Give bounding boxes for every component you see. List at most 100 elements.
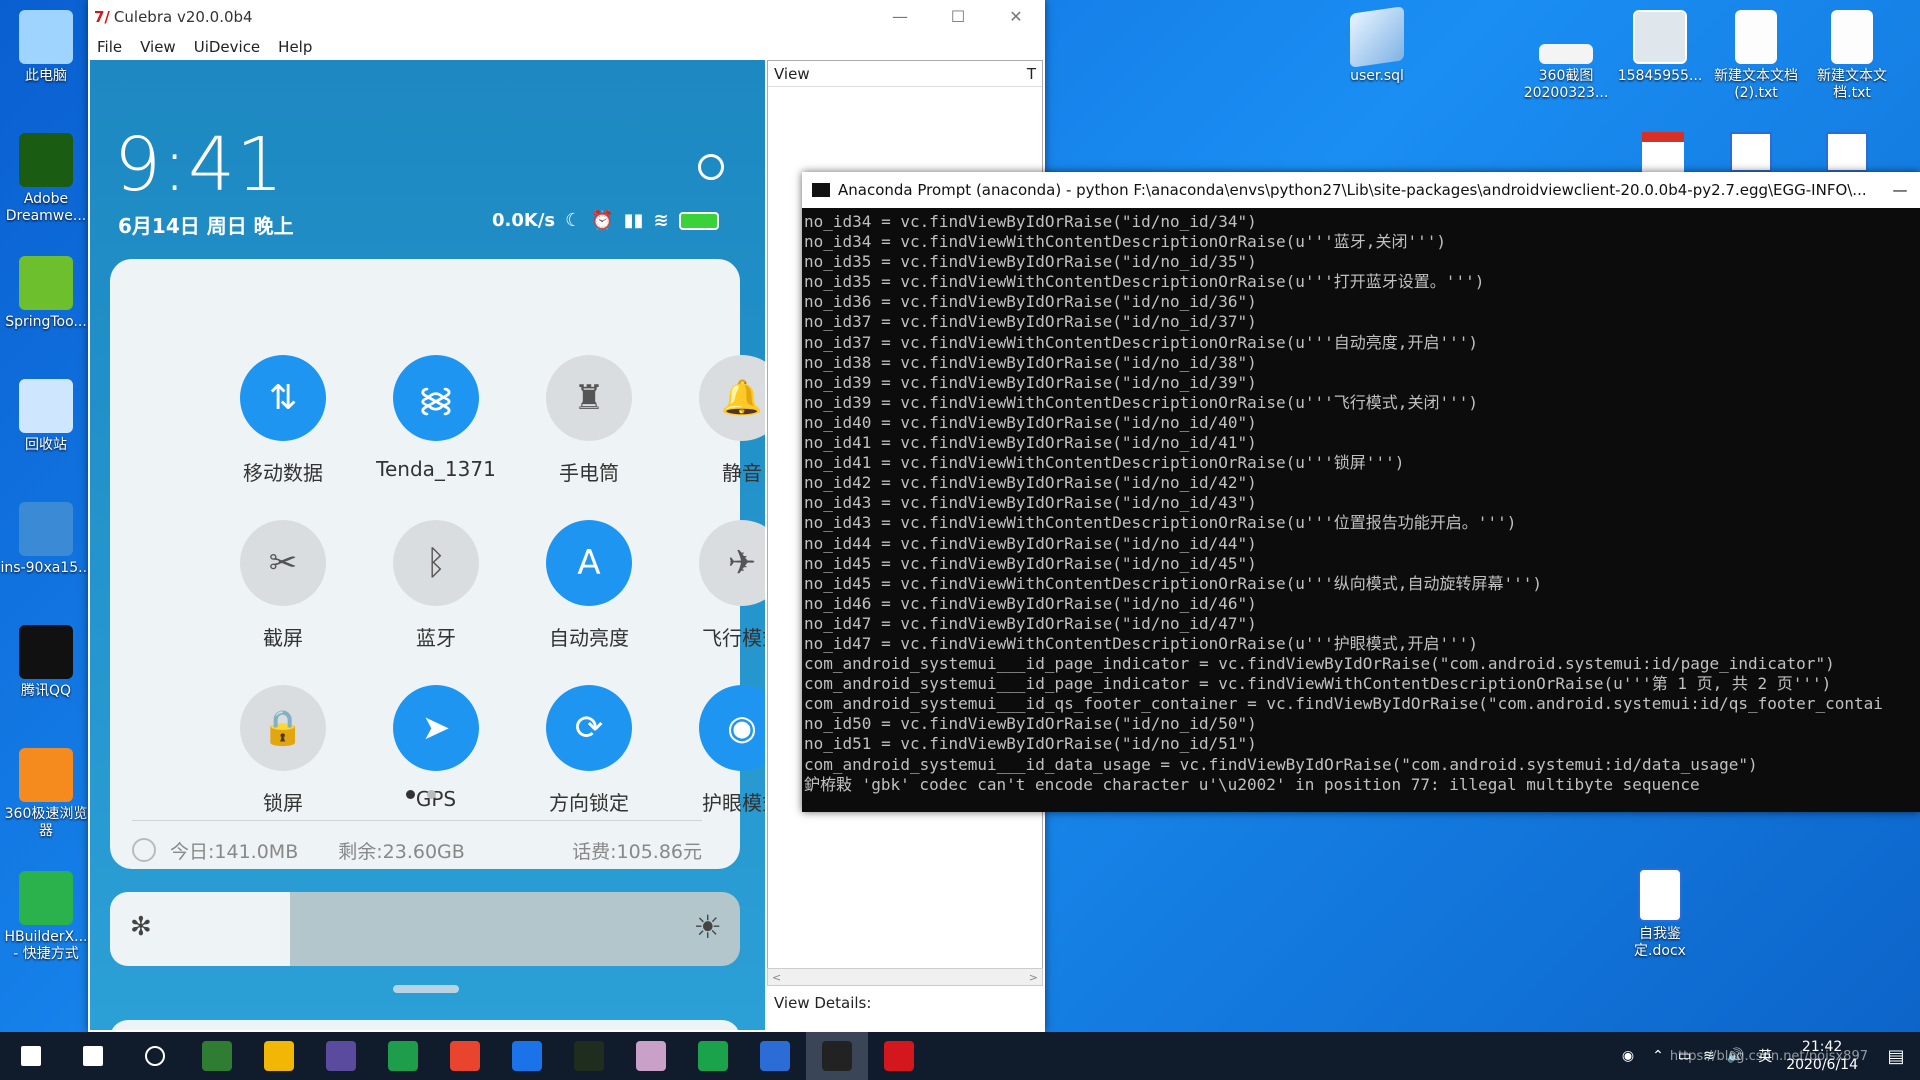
device-screen[interactable]: 9:41 6月14日 周日 晚上 0.0K/s ☾ ⏰ ▮▮ ≋ ⇅ 移动数据 ᯼ T… xyxy=(90,60,765,1030)
scroll-left-icon[interactable]: < xyxy=(772,971,781,984)
console-line: no_id41 = vc.findViewWithContentDescript… xyxy=(804,453,1405,473)
console-line: 鈩栫敤 'gbk' codec can't encode character u… xyxy=(804,774,1700,794)
menu-file[interactable]: File xyxy=(88,38,131,56)
qs-tile[interactable]: ♜ 手电筒 xyxy=(524,355,654,486)
tray-overflow-icon[interactable]: ⌃ xyxy=(1652,1048,1664,1064)
hbuilder-icon[interactable] xyxy=(682,1032,744,1080)
qs-tile-label: Tenda_1371 xyxy=(376,457,496,481)
chrome-icon[interactable] xyxy=(434,1032,496,1080)
file-explorer-icon[interactable] xyxy=(248,1032,310,1080)
desktop-icon-springtool[interactable]: SpringToo... xyxy=(0,256,92,331)
scroll-right-icon[interactable]: > xyxy=(1029,971,1038,984)
cortana-icon[interactable] xyxy=(124,1032,186,1080)
search-icon[interactable] xyxy=(698,154,724,180)
brightness-slider[interactable]: ✻ ☀ xyxy=(110,892,740,966)
minimize-button[interactable]: — xyxy=(871,7,929,26)
taskbar-app-glyph xyxy=(264,1041,294,1071)
word-icon[interactable] xyxy=(744,1032,806,1080)
qs-tile[interactable]: ⇅ 移动数据 xyxy=(218,355,348,486)
terminal-icon[interactable] xyxy=(806,1032,868,1080)
menu-view[interactable]: View xyxy=(131,38,185,56)
anaconda-prompt-window[interactable]: Anaconda Prompt (anaconda) - python F:\a… xyxy=(802,172,1920,812)
qs-tile-label: 静音 xyxy=(722,461,762,485)
console-line: no_id35 = vc.findViewByIdOrRaise("id/no_… xyxy=(804,252,1257,272)
clock-area[interactable]: 21:42 2020/6/14 https://blog.csdn.net/po… xyxy=(1670,1038,1868,1074)
console-line: no_id43 = vc.findViewWithContentDescript… xyxy=(804,513,1517,533)
desktop-icon-recycle-bin[interactable]: 回收站 xyxy=(0,379,92,454)
qs-tile[interactable]: ᛒ 蓝牙 xyxy=(371,520,501,651)
view-tree-header: View T xyxy=(768,61,1042,87)
springtool-icon xyxy=(19,256,73,310)
status-icons: 0.0K/s ☾ ⏰ ▮▮ ≋ xyxy=(492,210,719,231)
culebra-icon[interactable] xyxy=(868,1032,930,1080)
maximize-button[interactable]: ☐ xyxy=(929,7,987,26)
console-title: Anaconda Prompt (anaconda) - python F:\a… xyxy=(838,181,1867,199)
eclipse-icon[interactable] xyxy=(310,1032,372,1080)
close-button[interactable]: ✕ xyxy=(987,7,1045,26)
app-icon[interactable] xyxy=(620,1032,682,1080)
console-line: no_id47 = vc.findViewWithContentDescript… xyxy=(804,633,1478,653)
desktop-icon-browser-360[interactable]: 360极速浏览器 xyxy=(0,748,92,840)
bluetooth-icon: ᛒ xyxy=(393,520,479,606)
horizontal-scrollbar[interactable]: < > xyxy=(767,968,1043,986)
tray-app-icon[interactable]: ◉ xyxy=(1622,1048,1634,1064)
desktop-icon-dreamweaver[interactable]: Adobe Dreamwe... xyxy=(0,133,92,225)
qs-tile[interactable]: ✂ 截屏 xyxy=(218,520,348,651)
qq-icon xyxy=(19,625,73,679)
desktop-icon-hbuilder[interactable]: HBuilderX... - 快捷方式 xyxy=(0,871,92,963)
photo-icon xyxy=(1633,10,1687,64)
qs-tile[interactable]: 🔔 静音 xyxy=(677,355,765,486)
data-usage-row[interactable]: 今日:141.0MB 剩余:23.60GB 话费:105.86元 xyxy=(132,830,702,870)
eye-icon: ◉ xyxy=(699,685,765,771)
console-output[interactable]: no_id34 = vc.findViewByIdOrRaise("id/no_… xyxy=(802,208,1920,812)
desktop-icon-label: 回收站 xyxy=(25,437,67,453)
desktop-icon-user-sql[interactable]: user.sql xyxy=(1331,6,1423,85)
menu-uidevice[interactable]: UiDevice xyxy=(185,38,269,56)
page-indicator xyxy=(406,790,436,799)
desktop-icon-network-computer[interactable]: ins-90xa15... xyxy=(0,502,92,577)
qs-tile-label: 截屏 xyxy=(263,626,303,650)
pdf-icon[interactable] xyxy=(1642,132,1684,172)
qs-tile-label: 移动数据 xyxy=(243,461,323,485)
console-titlebar[interactable]: Anaconda Prompt (anaconda) - python F:\a… xyxy=(802,172,1920,208)
console-line: no_id42 = vc.findViewByIdOrRaise("id/no_… xyxy=(804,473,1257,493)
code-editor-icon[interactable] xyxy=(186,1032,248,1080)
taskbar-app-glyph xyxy=(388,1041,418,1071)
date-label: 6月14日 周日 晚上 xyxy=(118,214,294,238)
edge-icon[interactable] xyxy=(496,1032,558,1080)
qs-tile[interactable]: ⟳ 方向锁定 xyxy=(524,685,654,816)
desktop-icon-label: 360截图 20200323... xyxy=(1523,68,1609,101)
word-doc-icon[interactable] xyxy=(1826,132,1868,172)
qs-tile[interactable]: A 自动亮度 xyxy=(524,520,654,651)
pycharm-icon[interactable] xyxy=(558,1032,620,1080)
desktop-icon-label: 自我鉴定.docx xyxy=(1634,926,1686,959)
clock: 9:41 xyxy=(114,122,285,208)
mobile-data-icon: ⇅ xyxy=(240,355,326,441)
desktop-icon-text-2[interactable]: 新建文本文档 (2).txt xyxy=(1710,10,1802,102)
menu-help[interactable]: Help xyxy=(269,38,321,56)
divider xyxy=(132,820,702,821)
qs-tile[interactable]: ✈ 飞行模式 xyxy=(677,520,765,651)
qs-tile[interactable]: ◉ 护眼模式 xyxy=(677,685,765,816)
culebra-titlebar[interactable]: 7/ Culebra v20.0.0b4 — ☐ ✕ xyxy=(88,0,1045,33)
desktop-icon-qq[interactable]: 腾讯QQ xyxy=(0,625,92,700)
word-doc-icon[interactable] xyxy=(1730,132,1772,172)
notification-center-icon[interactable]: ▤ xyxy=(1872,1046,1920,1067)
qs-tile[interactable]: ᯼ Tenda_1371 xyxy=(371,355,501,481)
qs-tile[interactable]: ➤ GPS xyxy=(371,685,501,811)
desktop-icon-photo[interactable]: 15845955... xyxy=(1614,10,1706,85)
alarm-icon: ⏰ xyxy=(591,210,614,231)
minimize-button[interactable]: — xyxy=(1880,181,1920,199)
desktop-icon-computer[interactable]: 此电脑 xyxy=(0,10,92,85)
search-icon[interactable] xyxy=(62,1032,124,1080)
console-line: no_id39 = vc.findViewByIdOrRaise("id/no_… xyxy=(804,372,1257,392)
drag-handle[interactable] xyxy=(393,985,459,993)
wps-sheet-icon[interactable] xyxy=(372,1032,434,1080)
desktop-icon-docx[interactable]: 自我鉴定.docx xyxy=(1614,868,1706,960)
desktop-icon-screenshot[interactable]: 360截图 20200323... xyxy=(1520,10,1612,102)
auto-brightness-icon: A xyxy=(546,520,632,606)
qs-tile[interactable]: 🔒 锁屏 xyxy=(218,685,348,816)
windows-start-icon[interactable] xyxy=(0,1032,62,1080)
console-line: no_id46 = vc.findViewByIdOrRaise("id/no_… xyxy=(804,593,1257,613)
desktop-icon-text[interactable]: 新建文本文 档.txt xyxy=(1806,10,1898,102)
